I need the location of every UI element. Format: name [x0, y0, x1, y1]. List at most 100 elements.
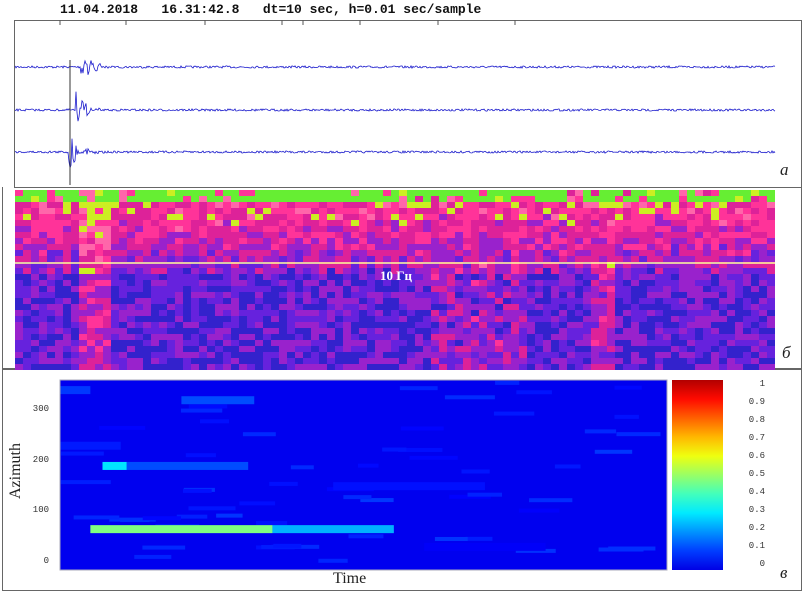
- spectrogram-cell: [103, 298, 111, 304]
- spectrogram-cell: [271, 322, 279, 328]
- spectrogram-cell: [127, 346, 135, 352]
- spectrogram-cell: [239, 346, 247, 352]
- spectrogram-cell: [679, 346, 687, 352]
- spectrogram-cell: [71, 310, 79, 316]
- heatmap-cell: [516, 390, 552, 395]
- spectrogram-cell: [479, 322, 487, 328]
- spectrogram-cell: [655, 238, 663, 244]
- spectrogram-cell: [447, 298, 455, 304]
- spectrogram-cell: [191, 298, 199, 304]
- spectrogram-cell: [511, 280, 519, 286]
- spectrogram-cell: [375, 250, 383, 256]
- spectrogram-cell: [711, 340, 719, 346]
- spectrogram-cell: [719, 220, 727, 226]
- spectrogram-cell: [151, 352, 159, 358]
- spectrogram-cell: [383, 316, 391, 322]
- spectrogram-cell: [639, 358, 647, 364]
- spectrogram-cell: [143, 190, 151, 196]
- spectrogram-cell: [735, 196, 743, 202]
- spectrogram-cell: [15, 316, 23, 322]
- spectrogram-cell: [527, 250, 535, 256]
- spectrogram-cell: [535, 268, 543, 274]
- spectrogram-cell: [759, 292, 767, 298]
- spectrogram-cell: [23, 190, 31, 196]
- heatmap-cell: [434, 536, 468, 541]
- spectrogram-cell: [615, 256, 623, 262]
- colorbar-tick-label: 0.3: [748, 505, 765, 515]
- spectrogram-cell: [519, 322, 527, 328]
- spectrogram-cell: [119, 298, 127, 304]
- spectrogram-cell: [79, 232, 87, 238]
- spectrogram-cell: [455, 250, 463, 256]
- spectrogram-cell: [551, 196, 559, 202]
- spectrogram-cell: [575, 250, 583, 256]
- spectrogram-cell: [631, 268, 639, 274]
- spectrogram-cell: [215, 274, 223, 280]
- spectrogram-cell: [591, 208, 599, 214]
- spectrogram-cell: [447, 226, 455, 232]
- spectrogram-cell: [319, 364, 327, 370]
- spectrogram-cell: [79, 352, 87, 358]
- spectrogram-cell: [63, 298, 71, 304]
- spectrogram-cell: [95, 298, 103, 304]
- spectrogram-cell: [471, 286, 479, 292]
- spectrogram-cell: [183, 364, 191, 370]
- spectrogram-cell: [679, 202, 687, 208]
- spectrogram-cell: [183, 328, 191, 334]
- spectrogram-cell: [55, 304, 63, 310]
- spectrogram-cell: [271, 334, 279, 340]
- spectrogram-cell: [183, 292, 191, 298]
- spectrogram-cell: [47, 364, 55, 370]
- spectrogram-cell: [167, 322, 175, 328]
- spectrogram-cell: [519, 196, 527, 202]
- spectrogram-cell: [423, 250, 431, 256]
- spectrogram-cell: [543, 244, 551, 250]
- spectrogram-cell: [215, 358, 223, 364]
- spectrogram-cell: [607, 310, 615, 316]
- spectrogram-cell: [391, 328, 399, 334]
- spectrogram-cell: [327, 244, 335, 250]
- spectrogram-cell: [239, 292, 247, 298]
- spectrogram-cell: [599, 334, 607, 340]
- spectrogram-cell: [527, 202, 535, 208]
- spectrogram-cell: [391, 334, 399, 340]
- spectrogram-cell: [255, 256, 263, 262]
- spectrogram-cell: [463, 364, 471, 370]
- spectrogram-cell: [319, 346, 327, 352]
- spectrogram-cell: [351, 328, 359, 334]
- spectrogram-cell: [183, 214, 191, 220]
- spectrogram-cell: [191, 220, 199, 226]
- spectrogram-cell: [687, 352, 695, 358]
- spectrogram-cell: [215, 268, 223, 274]
- spectrogram-cell: [47, 220, 55, 226]
- spectrogram-cell: [503, 346, 511, 352]
- spectrogram-cell: [527, 340, 535, 346]
- spectrogram-cell: [287, 298, 295, 304]
- spectrogram-cell: [143, 256, 151, 262]
- spectrogram-cell: [743, 340, 751, 346]
- spectrogram-cell: [207, 232, 215, 238]
- spectrogram-cell: [519, 274, 527, 280]
- spectrogram-cell: [487, 298, 495, 304]
- spectrogram-cell: [743, 334, 751, 340]
- spectrogram-cell: [495, 340, 503, 346]
- spectrogram-cell: [743, 190, 751, 196]
- spectrogram-cell: [703, 232, 711, 238]
- spectrogram-cell: [87, 292, 95, 298]
- spectrogram-cell: [95, 238, 103, 244]
- spectrogram-cell: [463, 202, 471, 208]
- spectrogram-cell: [295, 364, 303, 370]
- spectrogram-cell: [639, 322, 647, 328]
- spectrogram-cell: [391, 250, 399, 256]
- spectrogram-cell: [487, 226, 495, 232]
- spectrogram-cell: [359, 256, 367, 262]
- spectrogram-cell: [551, 256, 559, 262]
- spectrogram-cell: [503, 190, 511, 196]
- spectrogram-cell: [23, 292, 31, 298]
- spectrogram-cell: [271, 232, 279, 238]
- spectrogram-cell: [391, 286, 399, 292]
- spectrogram-cell: [479, 340, 487, 346]
- spectrogram-cell: [263, 196, 271, 202]
- colorbar-tick-label: 0.6: [748, 451, 765, 461]
- spectrogram-cell: [575, 322, 583, 328]
